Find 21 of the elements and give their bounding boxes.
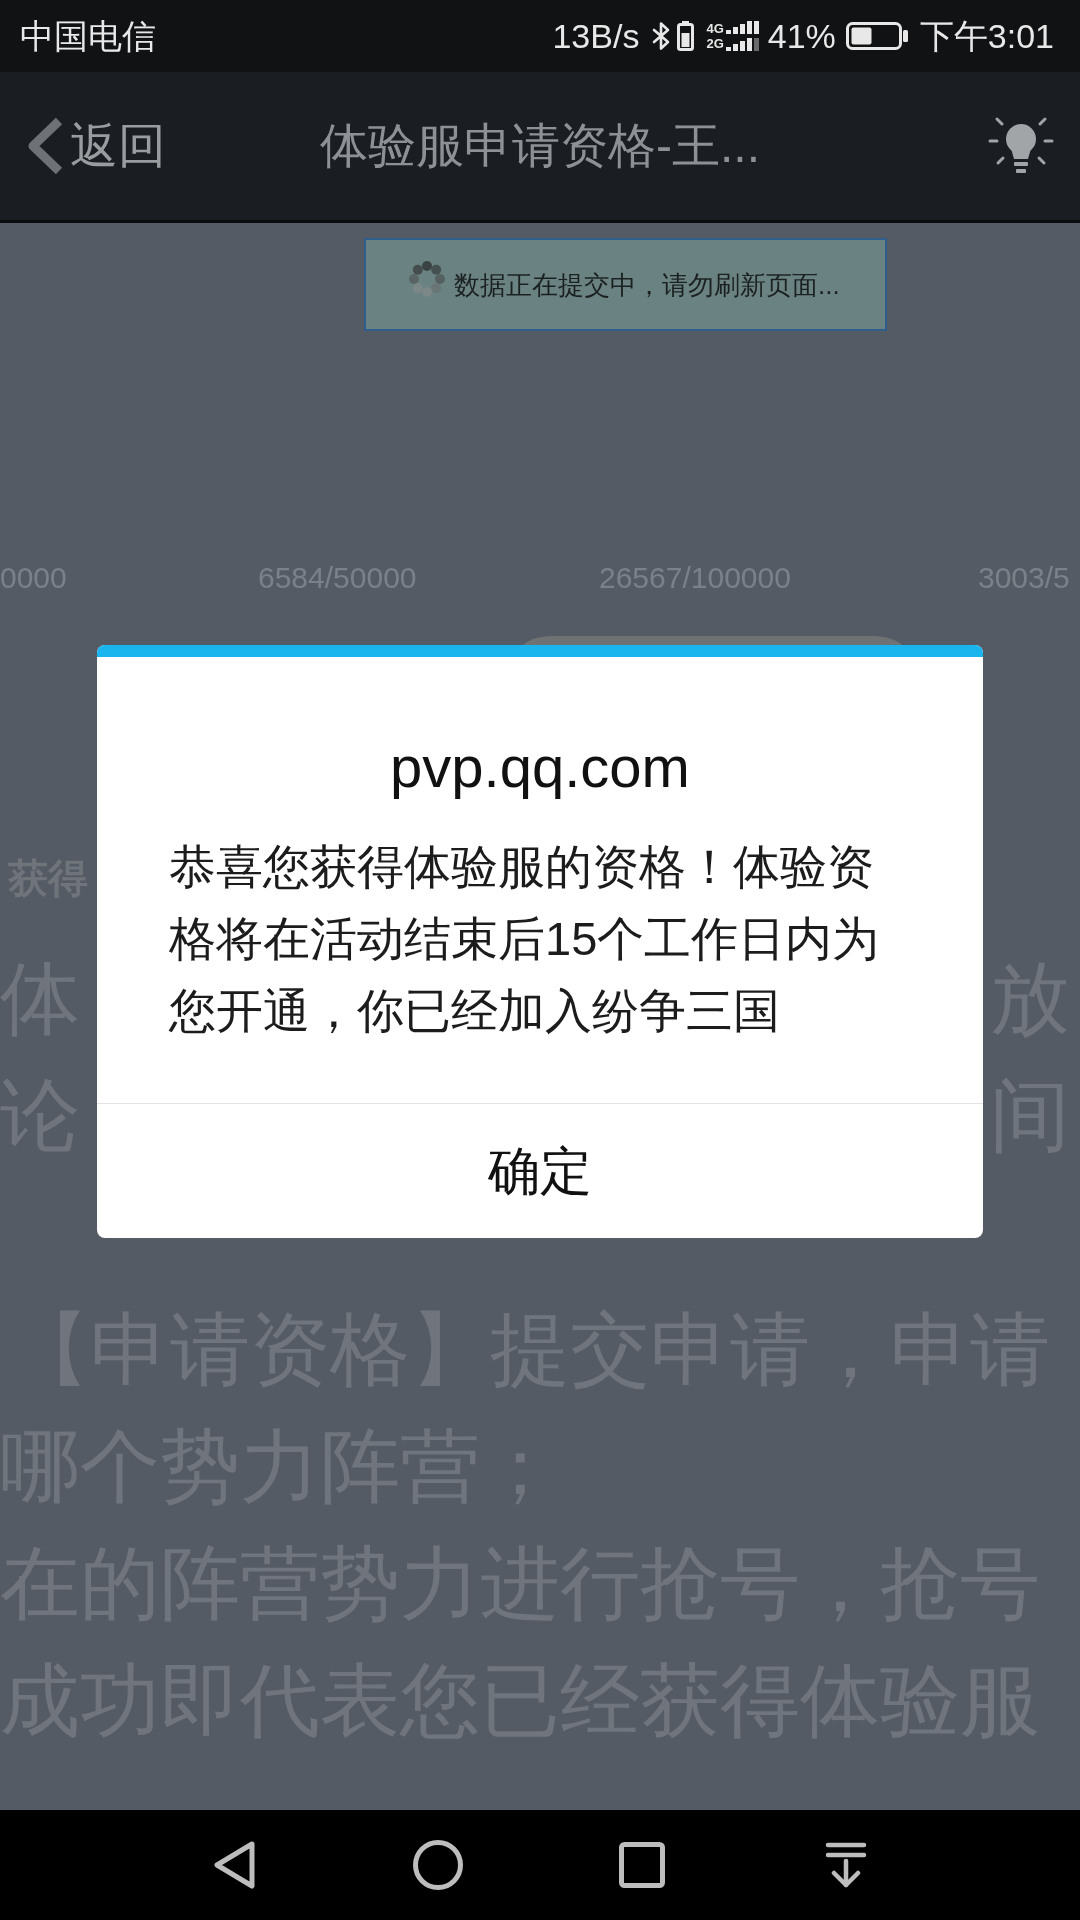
network-speed: 13B/s	[552, 19, 640, 53]
recent-apps-icon[interactable]	[619, 1842, 665, 1888]
home-icon[interactable]	[413, 1840, 463, 1890]
back-icon[interactable]	[212, 1840, 256, 1890]
lightbulb-icon[interactable]	[988, 117, 1054, 175]
back-button[interactable]: 返回	[26, 116, 166, 176]
page-title: 体验服申请资格-王...	[320, 122, 760, 170]
battery-percent: 41%	[767, 19, 836, 53]
carrier-name: 中国电信	[20, 19, 156, 53]
battery-icon	[845, 22, 908, 50]
toast-message: 数据正在提交中，请勿刷新页面...	[454, 271, 840, 298]
dialog-title: pvp.qq.com	[390, 733, 690, 801]
spinner-icon	[408, 259, 446, 298]
clock: 下午3:01	[919, 19, 1054, 53]
vertical-battery-icon	[677, 21, 695, 51]
network-type-label: 2G	[706, 36, 724, 51]
signal-icon	[725, 21, 760, 51]
confirm-button[interactable]: 确定	[97, 1104, 983, 1238]
network-type-label: 4G	[706, 21, 724, 36]
dialog-message: 恭喜您获得体验服的资格！体验资格将在活动结束后15个工作日内为您开通，你已经加入纷争三国	[169, 839, 881, 1039]
chevron-left-icon	[26, 116, 64, 176]
